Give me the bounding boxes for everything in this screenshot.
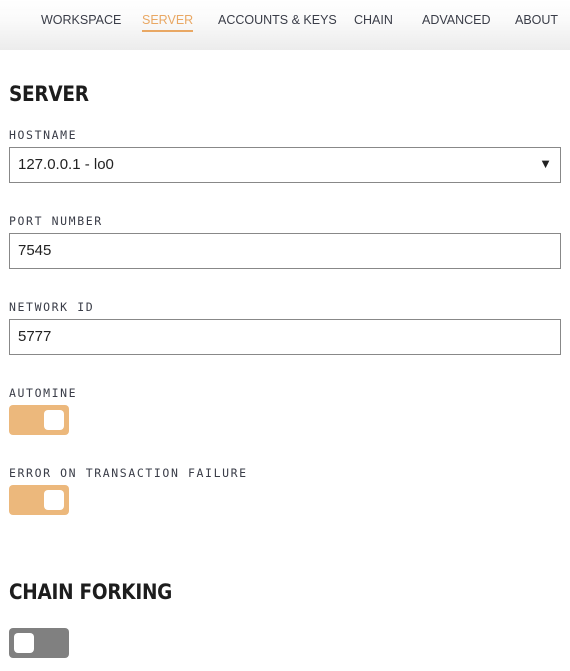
chain-forking-toggle[interactable] — [9, 628, 69, 658]
error-on-failure-label: ERROR ON TRANSACTION FAILURE — [9, 466, 248, 480]
error-on-failure-toggle[interactable] — [9, 485, 69, 515]
toggle-knob — [44, 490, 64, 510]
toggle-knob — [14, 633, 34, 653]
hostname-label: HOSTNAME — [9, 128, 78, 142]
toggle-knob — [44, 410, 64, 430]
port-input[interactable]: 7545 — [9, 233, 561, 269]
section-title-chain-forking: CHAIN FORKING — [9, 580, 173, 604]
hostname-value: 127.0.0.1 - lo0 — [18, 156, 114, 173]
tab-advanced[interactable]: ADVANCED — [422, 13, 491, 30]
network-id-input[interactable]: 5777 — [9, 319, 561, 355]
hostname-select[interactable]: 127.0.0.1 - lo0 ▼ — [9, 147, 561, 183]
tab-server[interactable]: SERVER — [142, 13, 194, 32]
tab-workspace[interactable]: WORKSPACE — [41, 13, 121, 30]
tab-chain[interactable]: CHAIN — [354, 13, 393, 30]
settings-nav: WORKSPACE SERVER ACCOUNTS & KEYS CHAIN A… — [0, 0, 570, 50]
dropdown-arrow-icon: ▼ — [539, 156, 552, 171]
automine-toggle[interactable] — [9, 405, 69, 435]
tab-about[interactable]: ABOUT — [515, 13, 558, 30]
section-title-server: SERVER — [9, 82, 89, 106]
automine-label: AUTOMINE — [9, 386, 78, 400]
port-label: PORT NUMBER — [9, 214, 103, 228]
network-id-label: NETWORK ID — [9, 300, 95, 314]
tab-accounts-keys[interactable]: ACCOUNTS & KEYS — [218, 13, 337, 30]
